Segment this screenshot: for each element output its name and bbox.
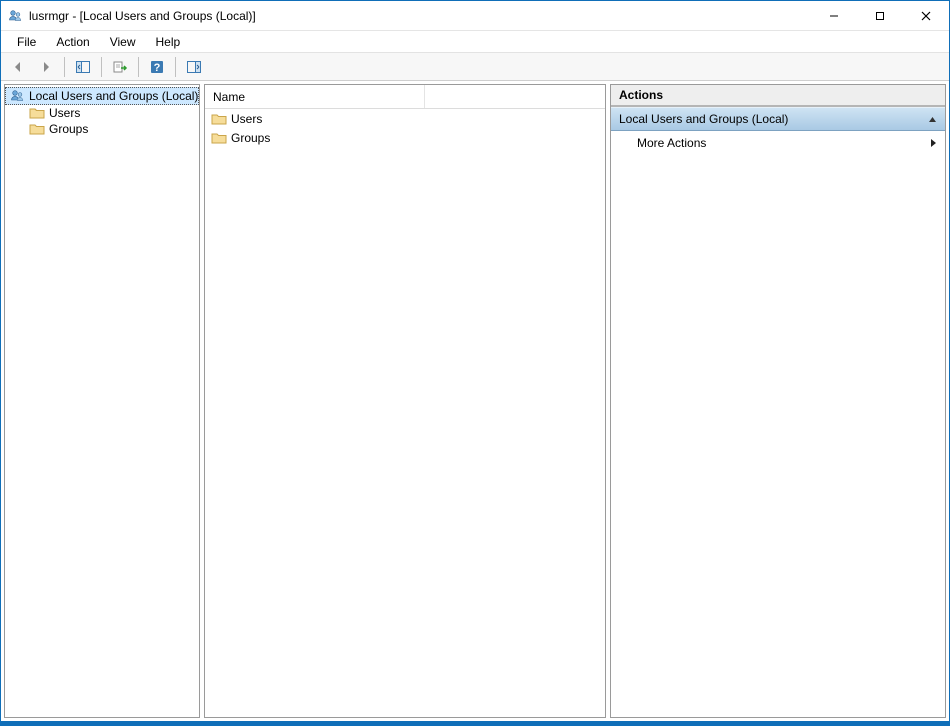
- folder-icon: [29, 122, 45, 136]
- tree-item-label: Groups: [49, 122, 88, 136]
- folder-icon: [211, 112, 227, 126]
- title-bar: lusrmgr - [Local Users and Groups (Local…: [1, 1, 949, 31]
- toolbar-separator: [175, 57, 176, 77]
- actions-item-label: More Actions: [637, 136, 706, 150]
- export-list-button[interactable]: [107, 55, 133, 79]
- window-controls: [811, 1, 949, 30]
- list-item-label: Groups: [231, 131, 270, 145]
- window-title: lusrmgr - [Local Users and Groups (Local…: [29, 9, 256, 23]
- actions-pane-title: Actions: [611, 85, 945, 107]
- tree-root-label: Local Users and Groups (Local): [29, 89, 198, 103]
- menu-help[interactable]: Help: [146, 33, 191, 51]
- list-item-label: Users: [231, 112, 262, 126]
- close-button[interactable]: [903, 1, 949, 30]
- help-button[interactable]: ?: [144, 55, 170, 79]
- folder-icon: [211, 131, 227, 145]
- window-bottom-border: [1, 721, 949, 725]
- main-area: Local Users and Groups (Local) Users Gro…: [1, 81, 949, 721]
- list-item-users[interactable]: Users: [205, 109, 605, 128]
- minimize-button[interactable]: [811, 1, 857, 30]
- app-icon: [7, 8, 23, 24]
- back-button[interactable]: [5, 55, 31, 79]
- toolbar-separator: [138, 57, 139, 77]
- menu-bar: File Action View Help: [1, 31, 949, 53]
- show-hide-console-tree-button[interactable]: [70, 55, 96, 79]
- forward-button[interactable]: [33, 55, 59, 79]
- console-tree[interactable]: Local Users and Groups (Local) Users Gro…: [4, 84, 200, 718]
- users-groups-icon: [9, 88, 25, 104]
- list-header: Name: [205, 85, 605, 109]
- toolbar: ?: [1, 53, 949, 81]
- menu-action[interactable]: Action: [46, 33, 99, 51]
- column-header-name[interactable]: Name: [205, 85, 425, 108]
- folder-icon: [29, 106, 45, 120]
- list-item-groups[interactable]: Groups: [205, 128, 605, 147]
- tree-item-users[interactable]: Users: [5, 105, 199, 121]
- actions-section-title: Local Users and Groups (Local): [619, 112, 788, 126]
- submenu-arrow-icon: [929, 138, 937, 148]
- tree-item-label: Users: [49, 106, 80, 120]
- column-header-blank[interactable]: [425, 85, 605, 108]
- show-hide-action-pane-button[interactable]: [181, 55, 207, 79]
- list-view[interactable]: Name Users Groups: [204, 84, 606, 718]
- actions-section-header[interactable]: Local Users and Groups (Local): [611, 107, 945, 131]
- collapse-icon: [928, 115, 937, 124]
- menu-file[interactable]: File: [7, 33, 46, 51]
- tree-item-groups[interactable]: Groups: [5, 121, 199, 137]
- actions-pane: Actions Local Users and Groups (Local) M…: [610, 84, 946, 718]
- list-body: Users Groups: [205, 109, 605, 147]
- menu-view[interactable]: View: [100, 33, 146, 51]
- svg-text:?: ?: [154, 62, 161, 74]
- actions-item-more-actions[interactable]: More Actions: [611, 131, 945, 155]
- toolbar-separator: [64, 57, 65, 77]
- tree-root-item[interactable]: Local Users and Groups (Local): [5, 87, 199, 105]
- maximize-button[interactable]: [857, 1, 903, 30]
- toolbar-separator: [101, 57, 102, 77]
